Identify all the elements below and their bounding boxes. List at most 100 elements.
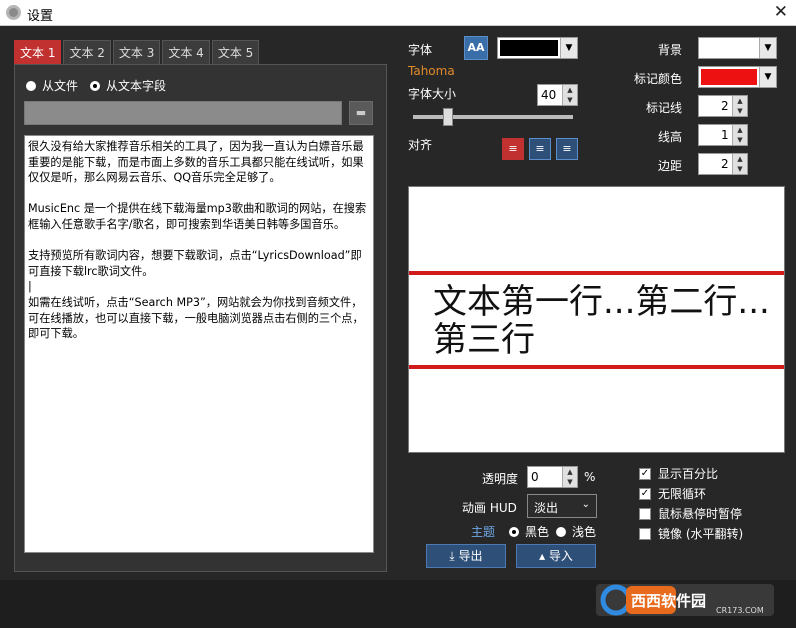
animation-select[interactable]: 淡出 ⌄ <box>527 494 597 518</box>
arrow-down-icon: ▼ <box>737 136 743 144</box>
title-bar: 设置 ✕ <box>0 0 796 26</box>
align-right-button[interactable]: ≡ <box>556 138 578 160</box>
from-text-label: 从文本字段 <box>106 79 167 93</box>
close-button[interactable]: ✕ <box>774 2 788 22</box>
loop-label: 无限循环 <box>658 487 707 501</box>
align-left-button[interactable]: ≡ <box>502 138 524 160</box>
theme-light-radio[interactable]: 浅色 <box>556 523 596 540</box>
arrow-up-icon: ▲ <box>737 126 743 134</box>
margin-spinner[interactable]: 2 ▲ ▼ <box>698 153 748 175</box>
tab-text-1[interactable]: 文本 1 <box>14 40 62 64</box>
theme-label: 主题 <box>471 525 496 539</box>
export-button[interactable]: ⤓ 导出 <box>426 544 506 568</box>
arrow-up-icon: ▲ <box>737 155 743 163</box>
folder-icon: ▬ <box>355 106 367 119</box>
hover-pause-label: 鼠标悬停时暂停 <box>658 507 743 521</box>
watermark-url: CR173.COM <box>716 606 764 615</box>
line-height-spinner[interactable]: 1 ▲ ▼ <box>698 124 748 146</box>
show-percent-label: 显示百分比 <box>658 467 719 481</box>
font-size-spinner[interactable]: 40 ▲ ▼ <box>537 84 578 106</box>
mirror-label: 镜像 (水平翻转) <box>658 527 744 541</box>
transparency-value: 0 <box>531 470 539 484</box>
text-paragraph: 支持预览所有歌词内容，想要下载歌词，点击“LyricsDownload”即可直接… <box>28 249 362 278</box>
spinner-arrows[interactable]: ▲ ▼ <box>732 125 747 145</box>
text-cursor-line: | <box>28 280 32 294</box>
tab-text-3[interactable]: 文本 3 <box>112 40 161 64</box>
background-color-picker[interactable]: ▼ <box>698 37 777 59</box>
marker-line-value: 2 <box>721 99 729 113</box>
import-label: 导入 <box>548 549 573 563</box>
font-name: Tahoma <box>408 64 455 78</box>
export-label: 导出 <box>458 549 483 563</box>
radio-dot <box>26 80 36 91</box>
upload-icon: ▴ <box>539 549 549 563</box>
chevron-down-icon: ▼ <box>759 38 776 58</box>
text-content-editor[interactable]: 很久没有给大家推荐音乐相关的工具了，因为我一直认为白嫖音乐最重要的是能下载，而是… <box>24 135 374 553</box>
chevron-down-icon: ⌄ <box>581 499 590 510</box>
site-watermark-logo: 西西软件园 CR173.COM <box>596 584 774 616</box>
font-color-swatch <box>500 40 558 56</box>
arrow-up-icon: ▲ <box>567 86 573 94</box>
checkbox-checked: ✓ <box>639 467 651 480</box>
animation-label: 动画 HUD <box>462 501 517 515</box>
loop-checkbox[interactable]: ✓ 无限循环 <box>639 485 706 502</box>
window-title: 设置 <box>27 9 54 24</box>
transparency-spinner[interactable]: 0 ▲ ▼ <box>527 466 578 488</box>
font-color-picker[interactable]: ▼ <box>497 37 578 59</box>
theme-dark-radio[interactable]: 黑色 <box>509 523 549 540</box>
spinner-arrows[interactable]: ▲ ▼ <box>562 85 577 105</box>
chevron-down-icon: ▼ <box>759 67 776 87</box>
browse-folder-button[interactable]: ▬ <box>349 101 373 125</box>
marker-color-label: 标记颜色 <box>633 72 682 86</box>
chevron-down-icon: ▼ <box>560 38 577 58</box>
background-label: 背景 <box>657 43 682 57</box>
arrow-down-icon: ▼ <box>567 96 573 104</box>
watermark-brand: 西西软件园 <box>631 592 706 610</box>
text-paragraph: 很久没有给大家推荐音乐相关的工具了，因为我一直认为白嫖音乐最重要的是能下载，而是… <box>28 140 364 185</box>
align-center-button[interactable]: ≡ <box>529 138 551 160</box>
from-text-radio[interactable]: 从文本字段 <box>90 77 166 94</box>
theme-dark-label: 黑色 <box>525 525 550 539</box>
tab-text-2[interactable]: 文本 2 <box>63 40 111 64</box>
file-path-input[interactable] <box>24 101 342 125</box>
transparency-label: 透明度 <box>482 472 519 486</box>
gear-icon <box>6 5 21 20</box>
arrow-down-icon: ▼ <box>737 107 743 115</box>
marker-line-spinner[interactable]: 2 ▲ ▼ <box>698 95 748 117</box>
arrow-down-icon: ▼ <box>567 478 573 486</box>
font-size-slider[interactable] <box>413 108 573 126</box>
line-height-value: 1 <box>721 128 729 142</box>
radio-dot-selected <box>509 526 519 537</box>
theme-light-label: 浅色 <box>572 525 597 539</box>
tab-text-5[interactable]: 文本 5 <box>211 40 260 64</box>
marker-line-label: 标记线 <box>645 101 682 115</box>
text-preview: 文本第一行...第二行...第三行 <box>408 186 785 453</box>
checkbox-checked: ✓ <box>639 487 651 500</box>
arrow-up-icon: ▲ <box>737 97 743 105</box>
spinner-arrows[interactable]: ▲ ▼ <box>732 154 747 174</box>
marker-color-picker[interactable]: ▼ <box>698 66 777 88</box>
animation-value: 淡出 <box>534 501 559 515</box>
font-label: 字体 <box>408 43 433 57</box>
marker-line-bottom <box>409 365 784 369</box>
mirror-checkbox[interactable]: 镜像 (水平翻转) <box>639 525 743 542</box>
text-paragraph: 如需在线试听，点击“Search MP3”，网站就会为你找到音频文件，可在线播放… <box>28 295 364 341</box>
spinner-arrows[interactable]: ▲ ▼ <box>562 467 577 487</box>
marker-color-swatch <box>701 69 757 85</box>
spinner-arrows[interactable]: ▲ ▼ <box>732 96 747 116</box>
arrow-up-icon: ▲ <box>567 468 573 476</box>
import-button[interactable]: ▴ 导入 <box>516 544 596 568</box>
from-file-label: 从文件 <box>42 79 79 93</box>
marker-line-top <box>409 271 784 275</box>
preview-text: 文本第一行...第二行...第三行 <box>433 282 770 360</box>
radio-dot <box>556 526 566 537</box>
font-size-label: 字体大小 <box>408 87 457 101</box>
checkbox-unchecked <box>639 527 651 540</box>
font-picker-button[interactable]: AA <box>464 36 488 60</box>
slider-knob[interactable] <box>443 108 453 126</box>
tab-text-4[interactable]: 文本 4 <box>162 40 210 64</box>
hover-pause-checkbox[interactable]: 鼠标悬停时暂停 <box>639 505 742 522</box>
radio-dot-selected <box>90 80 100 91</box>
show-percent-checkbox[interactable]: ✓ 显示百分比 <box>639 465 718 482</box>
from-file-radio[interactable]: 从文件 <box>26 77 78 94</box>
